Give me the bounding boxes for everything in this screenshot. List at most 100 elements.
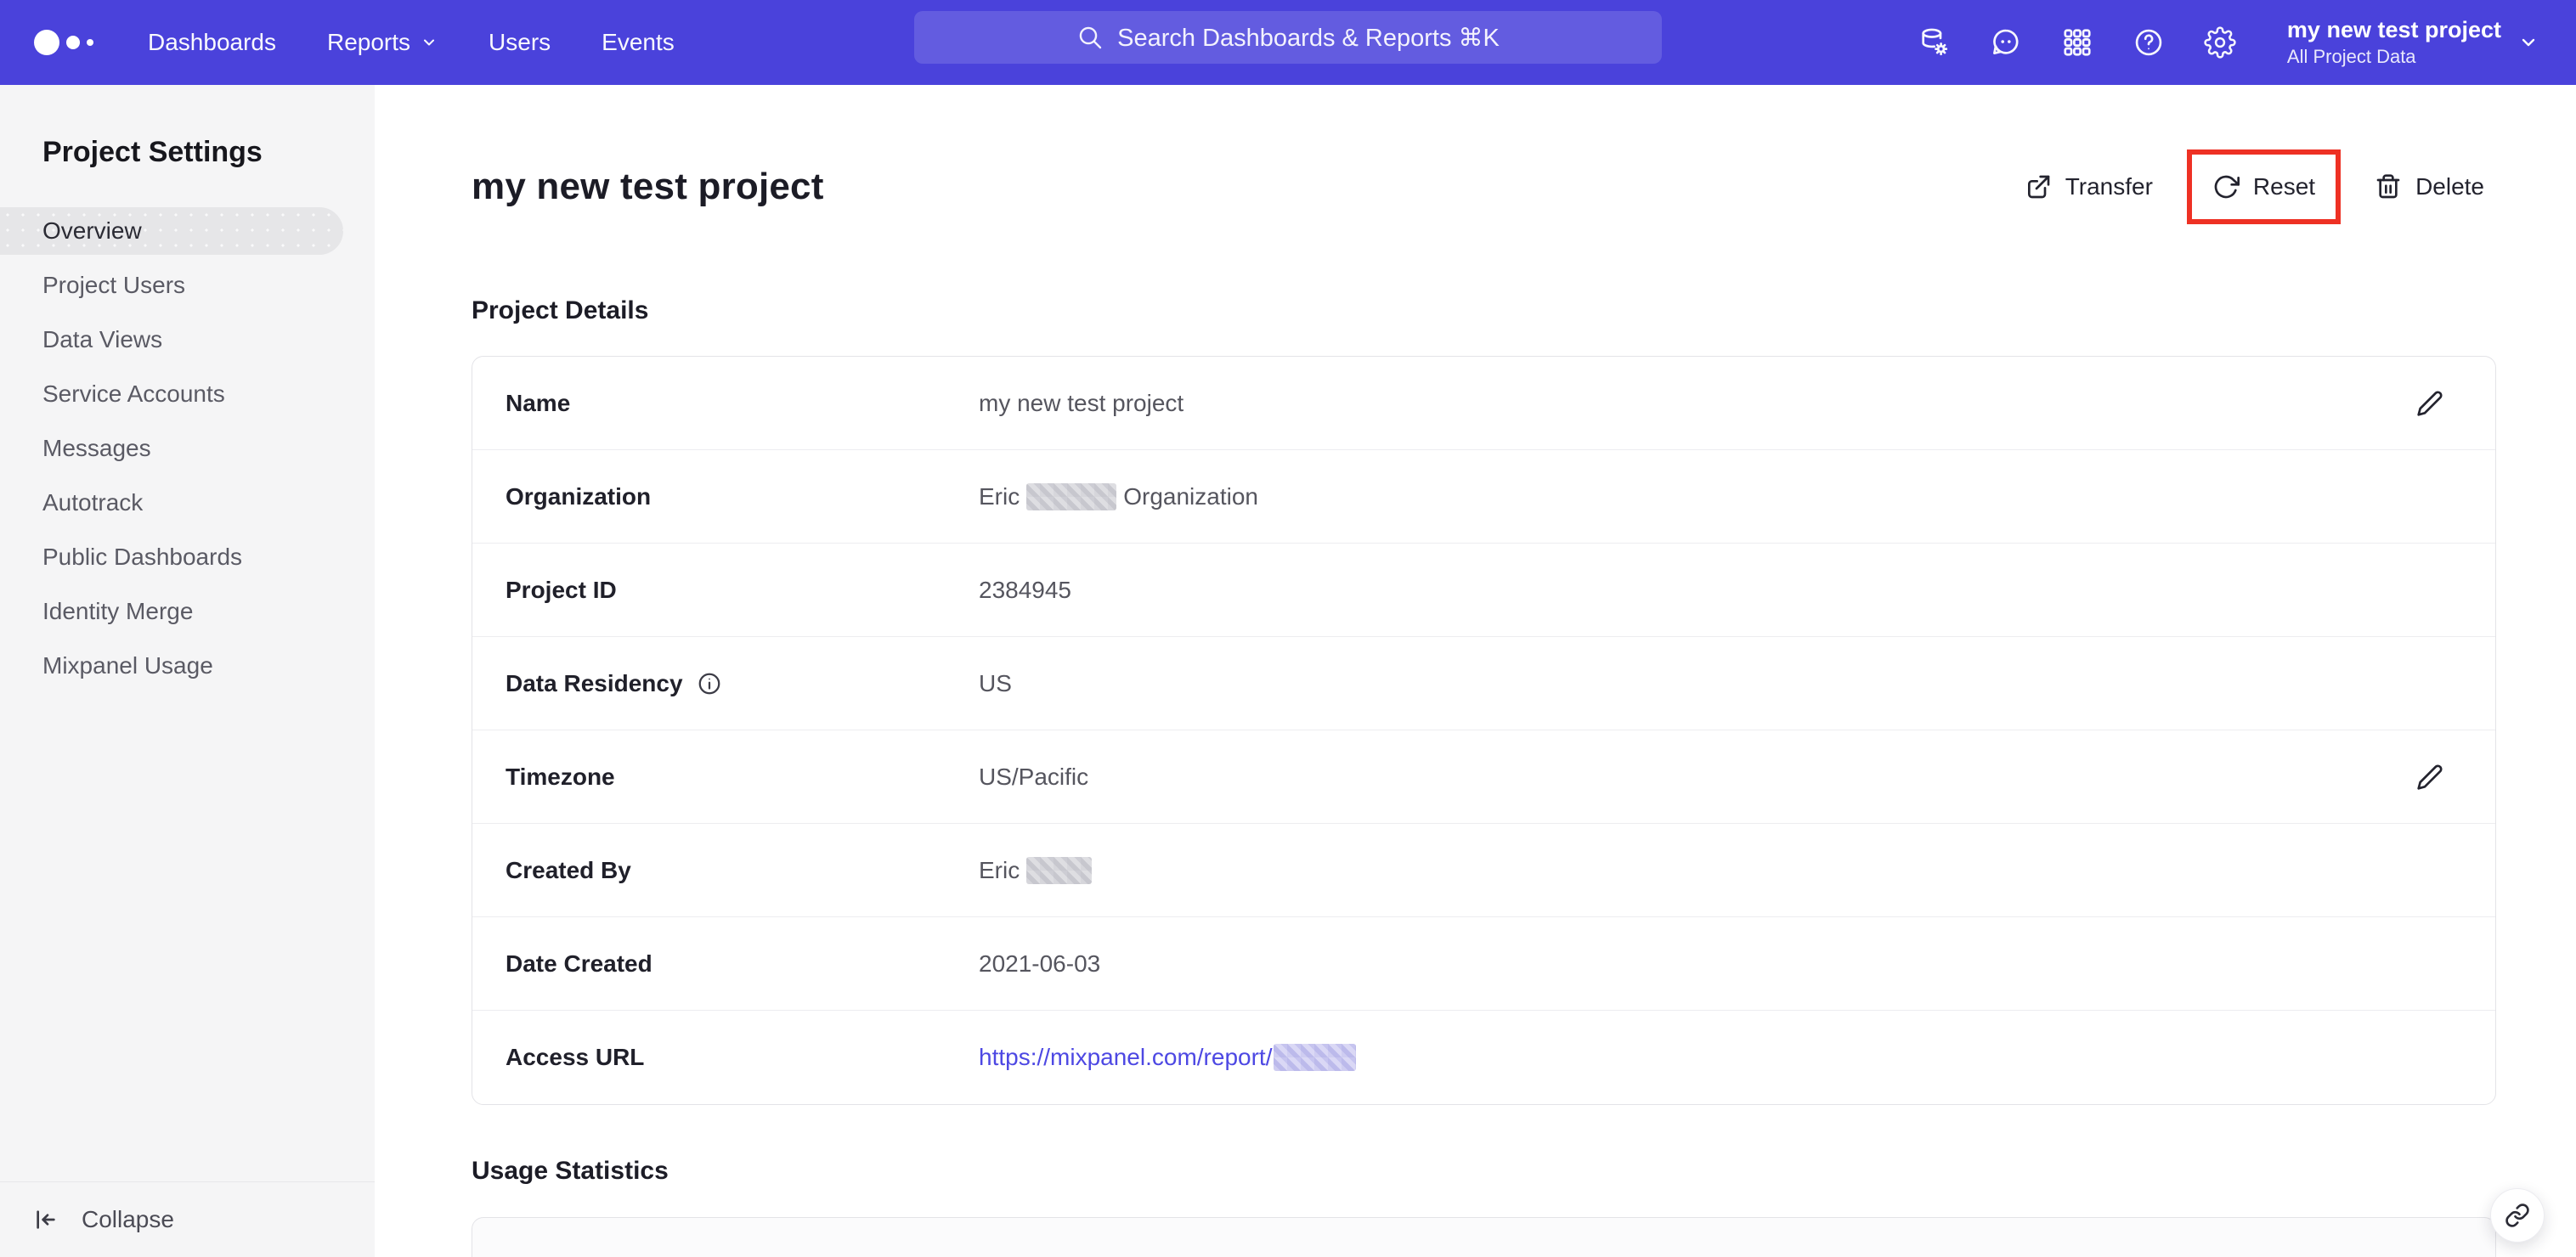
row-value: https://mixpanel.com/report/ (979, 1044, 1357, 1071)
table-row-name: Name my new test project (472, 357, 2495, 450)
row-label: Date Created (506, 950, 652, 977)
reset-button[interactable]: Reset (2212, 173, 2315, 200)
sidebar-item-project-users[interactable]: Project Users (0, 258, 375, 313)
chevron-down-icon (2522, 38, 2535, 47)
search-icon (1079, 26, 1102, 49)
external-link-icon (2027, 175, 2050, 199)
row-label: Organization (506, 482, 652, 510)
row-value: US/Pacific (979, 763, 1089, 790)
table-row-created-by: Created By Eric (472, 824, 2495, 917)
sidebar-item-messages[interactable]: Messages (0, 421, 375, 476)
nav-item-events[interactable]: Events (602, 29, 675, 56)
sidebar-nav: Overview Project Users Data Views Servic… (0, 207, 375, 693)
edit-name-button[interactable] (2416, 390, 2443, 417)
collapse-sidebar-button[interactable]: Collapse (0, 1181, 375, 1257)
sidebar-item-identity-merge[interactable]: Identity Merge (0, 584, 375, 639)
nav-label: Dashboards (148, 29, 276, 55)
project-details-card: Name my new test project Organization Er… (472, 356, 2496, 1105)
page-title: my new test project (472, 166, 824, 207)
page-header: my new test project Transfer Reset Delet… (472, 149, 2496, 224)
row-label-text: Data Residency (506, 669, 683, 696)
nav-label: Reports (326, 29, 411, 55)
collapse-label: Collapse (82, 1206, 174, 1232)
red-annotation-box: Reset (2186, 149, 2342, 224)
sidebar-item-data-views[interactable]: Data Views (0, 313, 375, 367)
reset-label: Reset (2252, 173, 2316, 200)
table-row-access-url: Access URL https://mixpanel.com/report/ (472, 1011, 2495, 1104)
feedback-icon[interactable] (1990, 26, 2022, 59)
org-value-suffix: Organization (1123, 482, 1258, 510)
access-url-link[interactable]: https://mixpanel.com/report/ (979, 1044, 1272, 1071)
project-switcher-subtitle: All Project Data (2286, 46, 2416, 68)
nav-item-dashboards[interactable]: Dashboards (148, 29, 276, 56)
row-value: 2384945 (979, 576, 1072, 603)
logo-dot-medium (66, 36, 80, 49)
sidebar-item-public-dashboards[interactable]: Public Dashboards (0, 530, 375, 584)
chevron-down-icon (424, 39, 435, 46)
table-row-data-residency: Data Residency US (472, 637, 2495, 730)
row-label: Name (506, 389, 571, 416)
table-row-project-id: Project ID 2384945 (472, 544, 2495, 637)
row-label: Access URL (506, 1044, 645, 1070)
logo-dot-small (87, 39, 93, 46)
row-label: Created By (506, 856, 631, 883)
settings-icon[interactable] (2204, 26, 2236, 59)
pencil-icon (2417, 390, 2443, 416)
data-management-icon[interactable] (1918, 26, 1951, 59)
nav-item-users[interactable]: Users (489, 29, 551, 56)
settings-sidebar: Project Settings Overview Project Users … (0, 85, 375, 1257)
row-value: Eric (979, 856, 1093, 884)
nav-item-reports[interactable]: Reports (327, 29, 438, 56)
share-link-button[interactable] (2490, 1188, 2545, 1243)
project-switcher-name: my new test project (2286, 17, 2501, 43)
edit-timezone-button[interactable] (2416, 764, 2443, 791)
sidebar-title: Project Settings (42, 136, 263, 168)
delete-button[interactable]: Delete (2363, 173, 2496, 200)
delete-label: Delete (2415, 173, 2484, 200)
info-icon[interactable] (697, 671, 722, 696)
transfer-label: Transfer (2065, 173, 2153, 200)
row-label: Data Residency (506, 670, 979, 697)
search-input[interactable]: Search Dashboards & Reports ⌘K (914, 11, 1662, 64)
table-row-organization: Organization Eric Organization (472, 450, 2495, 544)
project-switcher-text: my new test project All Project Data (2287, 16, 2501, 68)
transfer-button[interactable]: Transfer (2013, 173, 2165, 200)
help-icon[interactable] (2133, 26, 2165, 59)
table-row-date-created: Date Created 2021-06-03 (472, 917, 2495, 1011)
usage-statistics-card (472, 1217, 2496, 1257)
sidebar-item-service-accounts[interactable]: Service Accounts (0, 367, 375, 421)
row-label: Project ID (506, 576, 617, 603)
nav-label: Events (602, 29, 675, 55)
row-value: US (979, 669, 1012, 696)
row-label: Timezone (506, 763, 615, 790)
pencil-icon (2417, 764, 2443, 790)
row-value: 2021-06-03 (979, 950, 1101, 977)
trash-icon (2376, 174, 2400, 199)
section-heading-project-details: Project Details (472, 296, 649, 324)
apps-grid-icon[interactable] (2061, 26, 2093, 59)
sidebar-item-overview[interactable]: Overview (0, 207, 343, 255)
redacted-blur (1026, 482, 1117, 510)
project-actions: Transfer Reset Delete (2013, 149, 2496, 224)
sidebar-item-autotrack[interactable]: Autotrack (0, 476, 375, 530)
nav-label: Users (489, 29, 551, 55)
main-panel: my new test project Transfer Reset Delet… (375, 85, 2576, 1257)
logo-dot-large (34, 30, 59, 55)
redacted-blur (1026, 856, 1093, 884)
org-value-prefix: Eric (979, 482, 1020, 510)
link-icon (2505, 1203, 2529, 1227)
row-value: my new test project (979, 389, 1184, 416)
primary-nav: Dashboards Reports Users Events (148, 29, 675, 56)
search-placeholder: Search Dashboards & Reports ⌘K (1117, 24, 1500, 52)
redacted-blur (1274, 1044, 1357, 1071)
mixpanel-logo[interactable] (34, 30, 93, 55)
sidebar-item-mixpanel-usage[interactable]: Mixpanel Usage (0, 639, 375, 693)
collapse-left-icon (37, 1210, 55, 1229)
project-switcher[interactable]: my new test project All Project Data (2287, 16, 2539, 68)
navbar-right-group: my new test project All Project Data (1918, 16, 2539, 68)
refresh-icon (2214, 175, 2240, 199)
section-heading-usage-statistics: Usage Statistics (472, 1157, 669, 1185)
top-navbar: Dashboards Reports Users Events Search D… (0, 0, 2576, 85)
row-value: Eric Organization (979, 482, 1258, 510)
table-row-timezone: Timezone US/Pacific (472, 730, 2495, 824)
